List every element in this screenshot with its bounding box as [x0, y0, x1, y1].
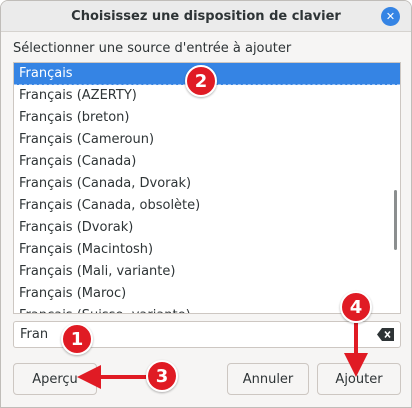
annotation-badge-4: 4 [340, 291, 372, 323]
list-item[interactable]: Français (Canada) [14, 151, 400, 173]
title-bar: Choisissez une disposition de clavier ✕ [1, 1, 411, 32]
add-button[interactable]: Ajouter [317, 363, 401, 395]
list-item[interactable]: Français (Mali, variante) [14, 261, 400, 283]
list-scrollbar[interactable] [394, 190, 397, 250]
annotation-badge-1: 1 [61, 323, 93, 355]
annotation-badge-2: 2 [185, 65, 217, 97]
list-item[interactable]: Français (Macintosh) [14, 239, 400, 261]
cancel-button[interactable]: Annuler [227, 363, 309, 395]
list-label: Sélectionner une source d'entrée à ajout… [13, 41, 292, 56]
list-item[interactable]: Français (Canada, obsolète) [14, 195, 400, 217]
list-item[interactable]: Français (Cameroun) [14, 129, 400, 151]
list-item[interactable]: Français (Dvorak) [14, 217, 400, 239]
search-input-value: Fran [20, 327, 49, 342]
add-button-label: Ajouter [335, 371, 383, 387]
close-button[interactable]: ✕ [381, 7, 400, 26]
list-item[interactable]: Français (breton) [14, 107, 400, 129]
preview-button[interactable]: Aperçu [13, 363, 97, 395]
keyboard-layout-dialog: Choisissez une disposition de clavier ✕ … [0, 0, 412, 408]
preview-button-label: Aperçu [32, 371, 78, 387]
annotation-badge-3: 3 [146, 360, 178, 392]
input-source-list[interactable]: Français Français (AZERTY) Français (bre… [13, 62, 401, 314]
dialog-title: Choisissez une disposition de clavier [71, 8, 341, 24]
cancel-button-label: Annuler [242, 371, 294, 387]
list-item[interactable]: Français (Canada, Dvorak) [14, 173, 400, 195]
backspace-icon[interactable] [377, 328, 394, 341]
close-icon: ✕ [385, 10, 396, 23]
